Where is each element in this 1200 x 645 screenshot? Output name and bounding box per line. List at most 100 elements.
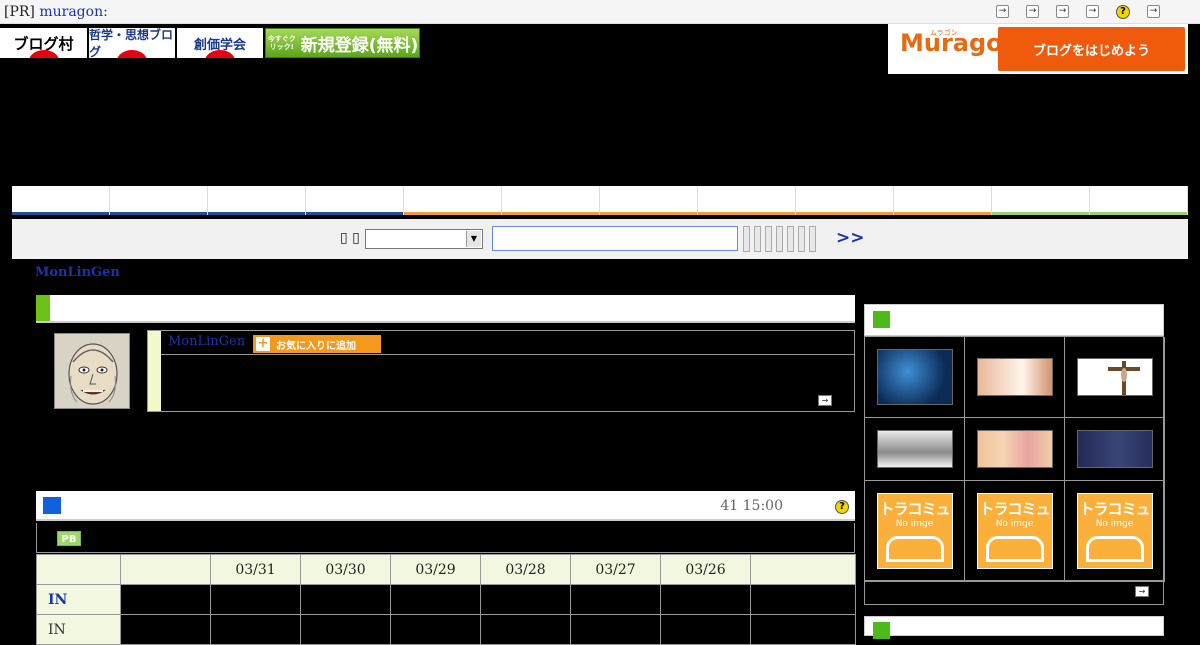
pr-label: [PR]	[4, 4, 35, 20]
green-square-icon	[36, 295, 50, 321]
nav-tab-3[interactable]	[208, 186, 306, 215]
pr-notice: [PR] muragon:	[4, 4, 108, 20]
search-option-7[interactable]	[809, 226, 816, 252]
search-option-6[interactable]	[798, 226, 805, 252]
crowd-thumbnail[interactable]	[976, 430, 1053, 468]
nav-tab-12[interactable]	[1090, 186, 1188, 215]
green-square-icon	[873, 311, 890, 328]
table-cell	[390, 584, 481, 615]
avatar[interactable]	[54, 333, 130, 409]
no-image-title: トラコミュ	[879, 500, 950, 518]
search-option-1[interactable]	[743, 226, 750, 252]
search-option-4[interactable]	[776, 226, 783, 252]
arrow-icon-4[interactable]: →	[1086, 5, 1099, 18]
sidebar-more-arrow-icon[interactable]: →	[1135, 586, 1149, 597]
community-cell[interactable]: トラコミュ No imge	[865, 481, 965, 582]
no-image-title: トラコミュ	[979, 500, 1050, 518]
profile-name-link[interactable]: MonLinGen	[168, 334, 245, 349]
blog-title-link[interactable]: MonLinGen	[35, 265, 120, 280]
no-image-title: トラコミュ	[1079, 500, 1150, 518]
row-label-in[interactable]: IN	[36, 584, 121, 615]
search-category-select[interactable]: ▼	[365, 229, 483, 249]
table-cell	[120, 584, 211, 615]
search-option-buttons	[743, 226, 816, 252]
philosophy-banner[interactable]: 哲学・思想ブログ	[89, 28, 175, 58]
dark-art-thumbnail[interactable]	[1076, 430, 1153, 468]
muragon-logo-kana: ムラゴン	[930, 29, 958, 37]
profile-header	[36, 295, 855, 323]
sidebar-header-2	[864, 616, 1164, 639]
date-header: 03/26	[660, 554, 751, 585]
community-cell[interactable]	[1065, 418, 1165, 481]
sokagakkai-banner[interactable]: 創価学会	[177, 28, 263, 58]
nav-tab-9[interactable]	[796, 186, 894, 215]
arrow-icon-3[interactable]: →	[1056, 5, 1069, 18]
help-icon[interactable]: ?	[1116, 5, 1130, 19]
blogmura-banner[interactable]: ブログ村	[0, 28, 87, 58]
chevron-down-icon[interactable]: ▼	[466, 231, 481, 247]
community-cell[interactable]	[865, 337, 965, 418]
muragon-link[interactable]: muragon:	[39, 4, 107, 20]
muragon-ad[interactable]: ムラゴン Muragon ブログをはじめよう	[888, 24, 1188, 74]
nav-tab-8[interactable]	[698, 186, 796, 215]
table-row: IN	[36, 584, 856, 615]
blue-square-icon	[43, 497, 61, 514]
register-small-label: 今すぐクリック!	[267, 35, 296, 51]
sidebar-header	[864, 304, 1164, 336]
arrow-icon-1[interactable]: →	[996, 5, 1009, 18]
community-cell[interactable]	[965, 418, 1065, 481]
nav-tab-1[interactable]	[12, 186, 110, 215]
nav-tab-2[interactable]	[110, 186, 208, 215]
profile-divider	[161, 354, 854, 355]
table-cell	[300, 584, 391, 615]
ranking-subheader: PB	[36, 523, 855, 553]
plus-icon: +	[256, 336, 270, 351]
nav-tab-5[interactable]	[404, 186, 502, 215]
arrow-icon-2[interactable]: →	[1026, 5, 1039, 18]
illustration-thumbnail[interactable]	[976, 358, 1053, 396]
start-blog-button[interactable]: ブログをはじめよう	[998, 27, 1185, 71]
community-cell[interactable]	[865, 418, 965, 481]
no-image-thumbnail[interactable]: トラコミュ No imge	[1076, 493, 1153, 569]
register-label: 新規登録(無料)	[300, 35, 419, 56]
community-cell[interactable]	[1065, 337, 1165, 418]
profile-more-arrow-icon[interactable]: →	[818, 395, 832, 406]
snow-thumbnail[interactable]	[876, 430, 953, 468]
community-grid: トラコミュ No imge トラコミュ No imge トラコミュ No img…	[864, 336, 1165, 582]
nav-tab-10[interactable]	[894, 186, 992, 215]
no-image-thumbnail[interactable]: トラコミュ No imge	[876, 493, 953, 569]
community-cell[interactable]: トラコミュ No imge	[965, 481, 1065, 582]
crucifix-thumbnail[interactable]	[1076, 358, 1153, 396]
space-thumbnail[interactable]	[876, 349, 953, 405]
search-input[interactable]	[492, 226, 738, 251]
search-label: ▯ ▯	[340, 230, 360, 246]
people-icon	[885, 536, 944, 562]
date-header: 03/27	[570, 554, 661, 585]
table-cell	[210, 584, 301, 615]
date-header: 03/28	[480, 554, 571, 585]
empty-col-header	[120, 554, 211, 585]
nav-tab-6[interactable]	[502, 186, 600, 215]
nav-tab-7[interactable]	[600, 186, 698, 215]
avatar-portrait-icon	[55, 334, 129, 408]
pb-badge: PB	[57, 531, 81, 546]
banner-row: ブログ村 哲学・思想ブログ 創価学会 今すぐクリック! 新規登録(無料)	[0, 28, 420, 58]
no-image-sub: No imge	[1095, 519, 1134, 529]
profile-box: MonLinGen + お気に入りに追加 →	[147, 330, 855, 412]
no-image-thumbnail[interactable]: トラコミュ No imge	[976, 493, 1053, 569]
people-icon	[1085, 536, 1144, 562]
search-option-5[interactable]	[787, 226, 794, 252]
search-go-button[interactable]: >>	[836, 228, 865, 248]
ranking-help-icon[interactable]: ?	[835, 500, 849, 514]
nav-tab-4[interactable]	[306, 186, 404, 215]
register-banner[interactable]: 今すぐクリック! 新規登録(無料)	[265, 28, 420, 58]
community-cell[interactable]: トラコミュ No imge	[1065, 481, 1165, 582]
add-favorite-button[interactable]: + お気に入りに追加	[253, 335, 381, 353]
community-cell[interactable]	[965, 337, 1065, 418]
ranking-time: 41 15:00	[720, 498, 783, 514]
ranking-header: 41 15:00 ?	[36, 491, 855, 521]
search-option-2[interactable]	[754, 226, 761, 252]
arrow-icon-5[interactable]: →	[1147, 5, 1160, 18]
search-option-3[interactable]	[765, 226, 772, 252]
nav-tab-11[interactable]	[992, 186, 1090, 215]
